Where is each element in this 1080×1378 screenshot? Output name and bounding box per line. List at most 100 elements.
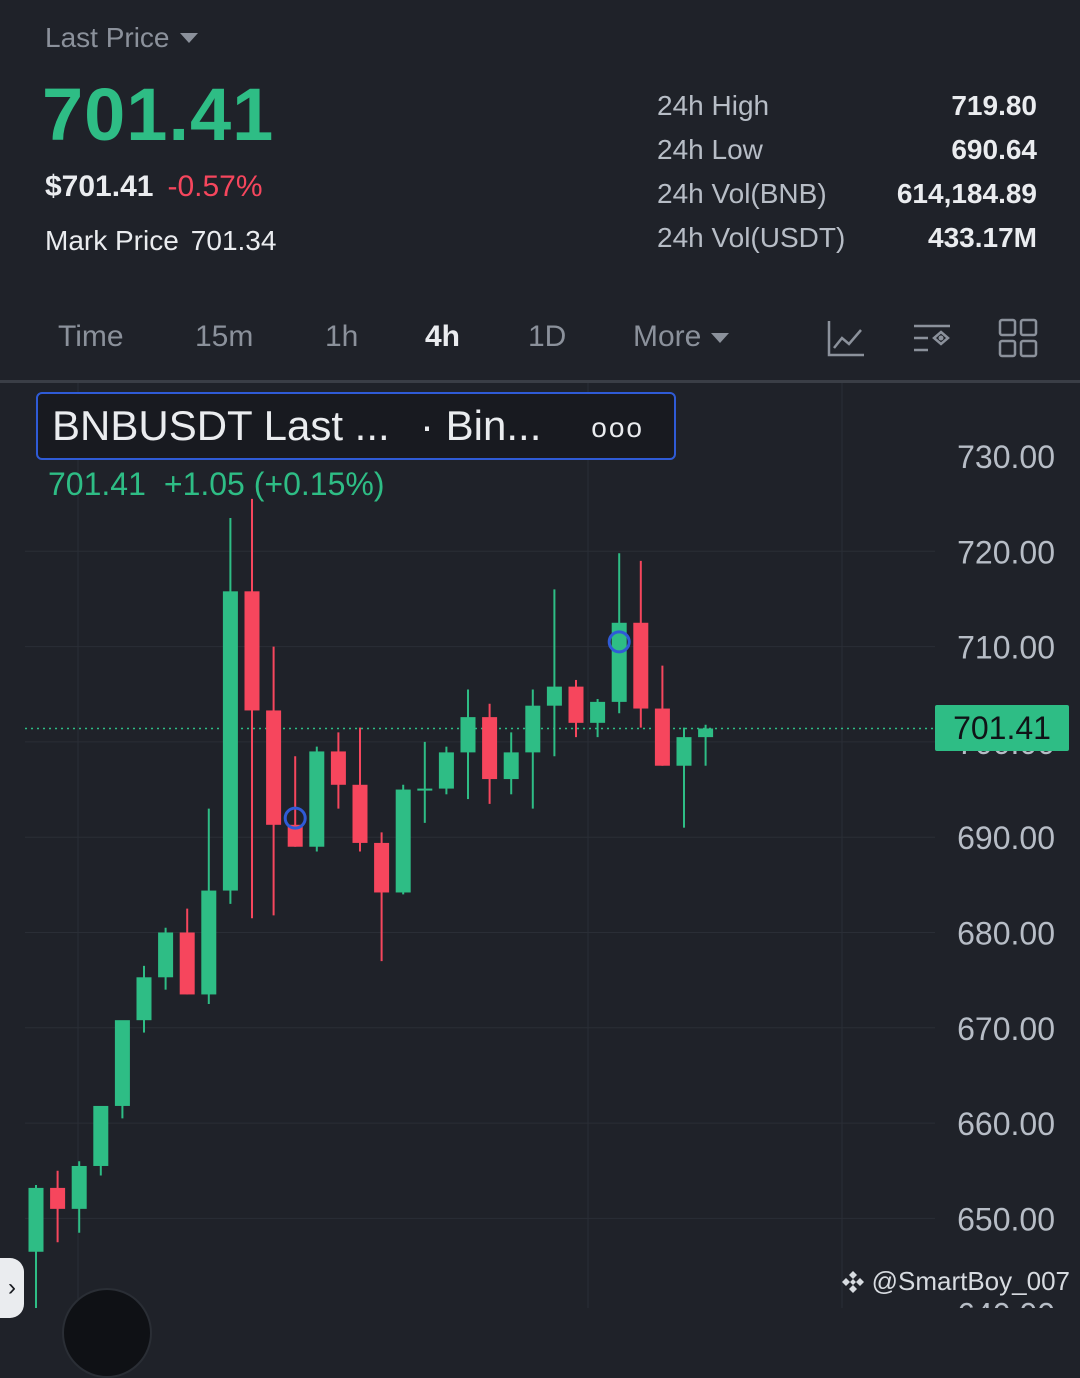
usd-price-row: $701.41 -0.57%: [45, 170, 263, 204]
ohlc-change: +1.05 (+0.15%): [163, 466, 385, 502]
symbol-legend[interactable]: BNBUSDT Last ... · Bin... ooo: [36, 392, 676, 460]
trade-markers: [283, 630, 631, 830]
candle: [654, 665, 670, 766]
layout-grid-icon[interactable]: [998, 318, 1038, 358]
candle: [330, 732, 346, 809]
legend-exchange: · Bin...: [420, 402, 542, 449]
candle-body: [438, 752, 454, 789]
y-tick-label: 730.00: [957, 439, 1055, 475]
candle-body: [654, 708, 670, 766]
chart-settings-icon[interactable]: [912, 318, 952, 358]
last-price-label: Last Price: [45, 22, 170, 53]
candle: [93, 1105, 109, 1176]
candle: [71, 1161, 87, 1233]
candle: [633, 560, 649, 728]
candle-body: [136, 977, 152, 1021]
stat-24h-high: 24h High 719.80: [657, 84, 1037, 128]
candles: [28, 498, 714, 1308]
chevron-right-icon: ›: [8, 1274, 16, 1301]
tab-time[interactable]: Time: [58, 320, 124, 354]
stat-value: 719.80: [951, 90, 1037, 121]
candle: [244, 498, 260, 919]
tab-1d[interactable]: 1D: [528, 320, 566, 354]
stat-value: 433.17M: [928, 222, 1037, 253]
tab-1h[interactable]: 1h: [325, 320, 358, 354]
candle-body: [676, 737, 692, 766]
interval-tabs: Time 15m 1h 4h 1D More: [0, 296, 1080, 383]
stat-label: 24h Vol(USDT): [657, 222, 846, 253]
y-tick-label: 660.00: [957, 1106, 1055, 1142]
candle-body: [460, 717, 476, 753]
stat-value: 690.64: [951, 134, 1037, 165]
candle-body: [71, 1165, 87, 1209]
tab-4h[interactable]: 4h: [425, 320, 460, 354]
current-price-tag: 701.41: [935, 705, 1069, 751]
mark-price-value: 701.34: [190, 225, 277, 256]
candle-body: [374, 842, 390, 893]
candle-body: [50, 1187, 66, 1209]
stats-panel: 24h High 719.80 24h Low 690.64 24h Vol(B…: [657, 84, 1037, 260]
candle-body: [633, 622, 649, 709]
candle: [309, 746, 325, 852]
floating-action-button[interactable]: [62, 1288, 152, 1378]
usd-price: $701.41: [45, 170, 154, 203]
watermark-text: @SmartBoy_007: [871, 1266, 1070, 1296]
last-price-value: 701.41: [42, 73, 275, 156]
candle: [50, 1170, 66, 1243]
stat-24h-vol-bnb: 24h Vol(BNB) 614,184.89: [657, 172, 1037, 216]
candle: [698, 724, 714, 766]
caret-down-icon: [179, 33, 198, 43]
y-axis: 730.00720.00710.00700.00690.00680.00670.…: [957, 439, 1055, 1308]
candle: [568, 679, 584, 738]
candle: [158, 927, 174, 990]
tab-15m[interactable]: 15m: [195, 320, 253, 354]
expand-handle[interactable]: ›: [0, 1258, 24, 1318]
candle-body: [482, 717, 498, 780]
candle: [136, 965, 152, 1033]
candle-body: [158, 932, 174, 978]
tab-more-label: More: [633, 320, 702, 353]
candle-body: [201, 890, 217, 995]
candle-body: [244, 591, 260, 711]
price-change-percent: -0.57%: [167, 170, 263, 203]
caret-down-icon: [711, 333, 730, 344]
candle: [438, 746, 454, 795]
mark-price-row: Mark Price 701.34: [45, 225, 276, 257]
ohlc-readout: 701.41 +1.05 (+0.15%): [48, 466, 384, 503]
candle: [590, 699, 606, 738]
tab-more[interactable]: More: [633, 320, 730, 354]
stat-label: 24h High: [657, 90, 770, 121]
stat-value: 614,184.89: [896, 178, 1037, 209]
indicator-chart-icon[interactable]: [826, 318, 866, 358]
candle-body: [28, 1187, 44, 1252]
candle-body: [222, 591, 238, 891]
candle: [546, 589, 562, 757]
candle: [201, 808, 217, 1004]
mark-price-label: Mark Price: [45, 225, 179, 256]
legend-title: BNBUSDT Last ...: [52, 402, 390, 449]
candle: [179, 908, 195, 995]
candle: [374, 832, 390, 962]
y-tick-label: 690.00: [957, 820, 1055, 856]
candle-body: [266, 710, 282, 825]
candle: [222, 517, 238, 904]
candle-body: [590, 701, 606, 723]
candlestick-chart[interactable]: 730.00720.00710.00700.00690.00680.00670.…: [0, 383, 1080, 1308]
candle-body: [179, 932, 195, 995]
y-tick-label: 670.00: [957, 1011, 1055, 1047]
y-tick-label: 720.00: [957, 534, 1055, 570]
candle: [417, 741, 433, 823]
stat-label: 24h Vol(BNB): [657, 178, 827, 209]
candle: [460, 689, 476, 800]
candle: [395, 784, 411, 895]
candle-body: [309, 751, 325, 847]
candle: [28, 1185, 44, 1308]
chart-grid: [25, 383, 935, 1308]
last-price-selector[interactable]: Last Price: [45, 22, 198, 54]
candle-body: [546, 686, 562, 706]
watermark: @SmartBoy_007: [840, 1266, 1070, 1297]
candle: [287, 756, 303, 847]
candle: [114, 1020, 130, 1119]
candle-body: [503, 752, 519, 780]
more-options-icon[interactable]: ooo: [591, 412, 644, 444]
